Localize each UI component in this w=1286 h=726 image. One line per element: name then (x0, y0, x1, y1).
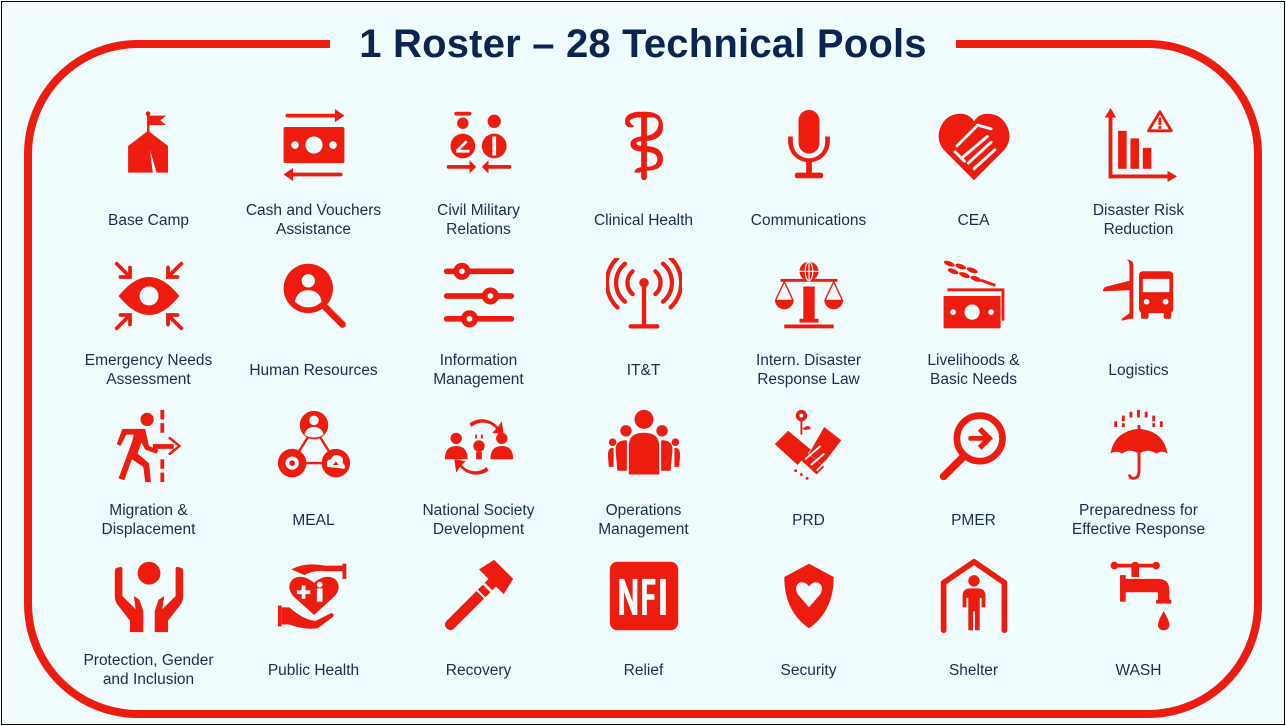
cash-transfer-icon (274, 106, 354, 186)
pool-item: Security (726, 550, 891, 700)
plane-truck-icon (1099, 256, 1179, 336)
pool-item: Livelihoods & Basic Needs (891, 250, 1056, 400)
pool-item: Shelter (891, 550, 1056, 700)
pool-item: PRD (726, 400, 891, 550)
handshake-flower-icon (769, 406, 849, 486)
pool-label: Relief (623, 661, 664, 679)
scales-globe-icon (769, 256, 849, 336)
people-idea-icon (439, 406, 519, 486)
pool-label: Operations Management (598, 502, 689, 538)
hand-heart-icon (274, 556, 354, 636)
hammer-icon (439, 556, 519, 636)
pool-item: Recovery (396, 550, 561, 700)
pool-item: Intern. Disaster Response Law (726, 250, 891, 400)
tent-flag-icon (109, 106, 189, 186)
pool-item: Relief (561, 550, 726, 700)
pool-item: Human Resources (231, 250, 396, 400)
shield-heart-icon (769, 556, 849, 636)
pool-label: Livelihoods & Basic Needs (927, 352, 1020, 388)
pool-label: Emergency Needs Assessment (84, 352, 213, 388)
hands-person-icon (109, 556, 189, 636)
pool-item: Public Health (231, 550, 396, 700)
tap-drop-icon (1099, 556, 1179, 636)
pool-label: IT&T (626, 361, 661, 379)
pool-item: Emergency Needs Assessment (66, 250, 231, 400)
umbrella-rain-icon (1099, 406, 1179, 486)
pool-label: Clinical Health (593, 211, 694, 229)
pool-item: WASH (1056, 550, 1221, 700)
microphone-icon (769, 106, 849, 186)
house-person-icon (934, 556, 1014, 636)
pool-item: National Society Development (396, 400, 561, 550)
pool-item: IT&T (561, 250, 726, 400)
eye-focus-icon (109, 256, 189, 336)
pool-label: WASH (1115, 661, 1162, 679)
pool-item: CEA (891, 100, 1056, 250)
pool-label: Intern. Disaster Response Law (755, 352, 862, 388)
person-crossing-icon (109, 406, 189, 486)
person-search-icon (274, 256, 354, 336)
nfi-icon (604, 556, 684, 636)
pool-item: Communications (726, 100, 891, 250)
pool-label: Security (780, 661, 837, 679)
group-people-icon (604, 406, 684, 486)
pool-label: PRD (792, 511, 825, 529)
pool-item: Preparedness for Effective Response (1056, 400, 1221, 550)
pool-item: Operations Management (561, 400, 726, 550)
pool-label: MEAL (292, 511, 335, 529)
pool-item: Clinical Health (561, 100, 726, 250)
pool-label: Shelter (948, 661, 999, 679)
pool-label: Civil Military Relations (437, 202, 520, 238)
caduceus-icon (604, 106, 684, 186)
pool-label: Protection, Gender and Inclusion (83, 652, 214, 688)
pool-item: Information Management (396, 250, 561, 400)
pool-label: PMER (951, 511, 996, 529)
chart-warning-icon (1099, 106, 1179, 186)
pool-item: Disaster Risk Reduction (1056, 100, 1221, 250)
antenna-icon (604, 256, 684, 336)
page-title: 1 Roster – 28 Technical Pools (0, 22, 1286, 67)
pool-label: Human Resources (249, 361, 378, 379)
pool-label: Communications (750, 211, 867, 229)
pool-label: Migration & Displacement (101, 502, 196, 538)
pool-label: CEA (957, 211, 990, 229)
civil-military-icon (439, 106, 519, 186)
pool-item: Migration & Displacement (66, 400, 231, 550)
pool-item: PMER (891, 400, 1056, 550)
pool-label: Base Camp (108, 211, 189, 229)
pools-grid: Base Camp Cash and Vouchers Assistance Civ… (66, 100, 1221, 700)
pool-item: MEAL (231, 400, 396, 550)
pool-item: Base Camp (66, 100, 231, 250)
heart-handshake-icon (934, 106, 1014, 186)
pool-label: Public Health (267, 661, 360, 679)
pool-item: Cash and Vouchers Assistance (231, 100, 396, 250)
pool-label: Information Management (433, 352, 524, 388)
meal-network-icon (274, 406, 354, 486)
wheat-money-icon (934, 256, 1014, 336)
pool-label: Recovery (445, 661, 512, 679)
pool-item: Civil Military Relations (396, 100, 561, 250)
sliders-icon (439, 256, 519, 336)
pool-item: Logistics (1056, 250, 1221, 400)
pool-label: Cash and Vouchers Assistance (245, 202, 382, 238)
pool-label: National Society Development (422, 502, 535, 538)
pool-label: Logistics (1108, 361, 1169, 379)
pool-item: Protection, Gender and Inclusion (66, 550, 231, 700)
pool-label: Preparedness for Effective Response (1071, 502, 1206, 538)
pool-label: Disaster Risk Reduction (1092, 202, 1185, 238)
magnifier-arrow-icon (934, 406, 1014, 486)
